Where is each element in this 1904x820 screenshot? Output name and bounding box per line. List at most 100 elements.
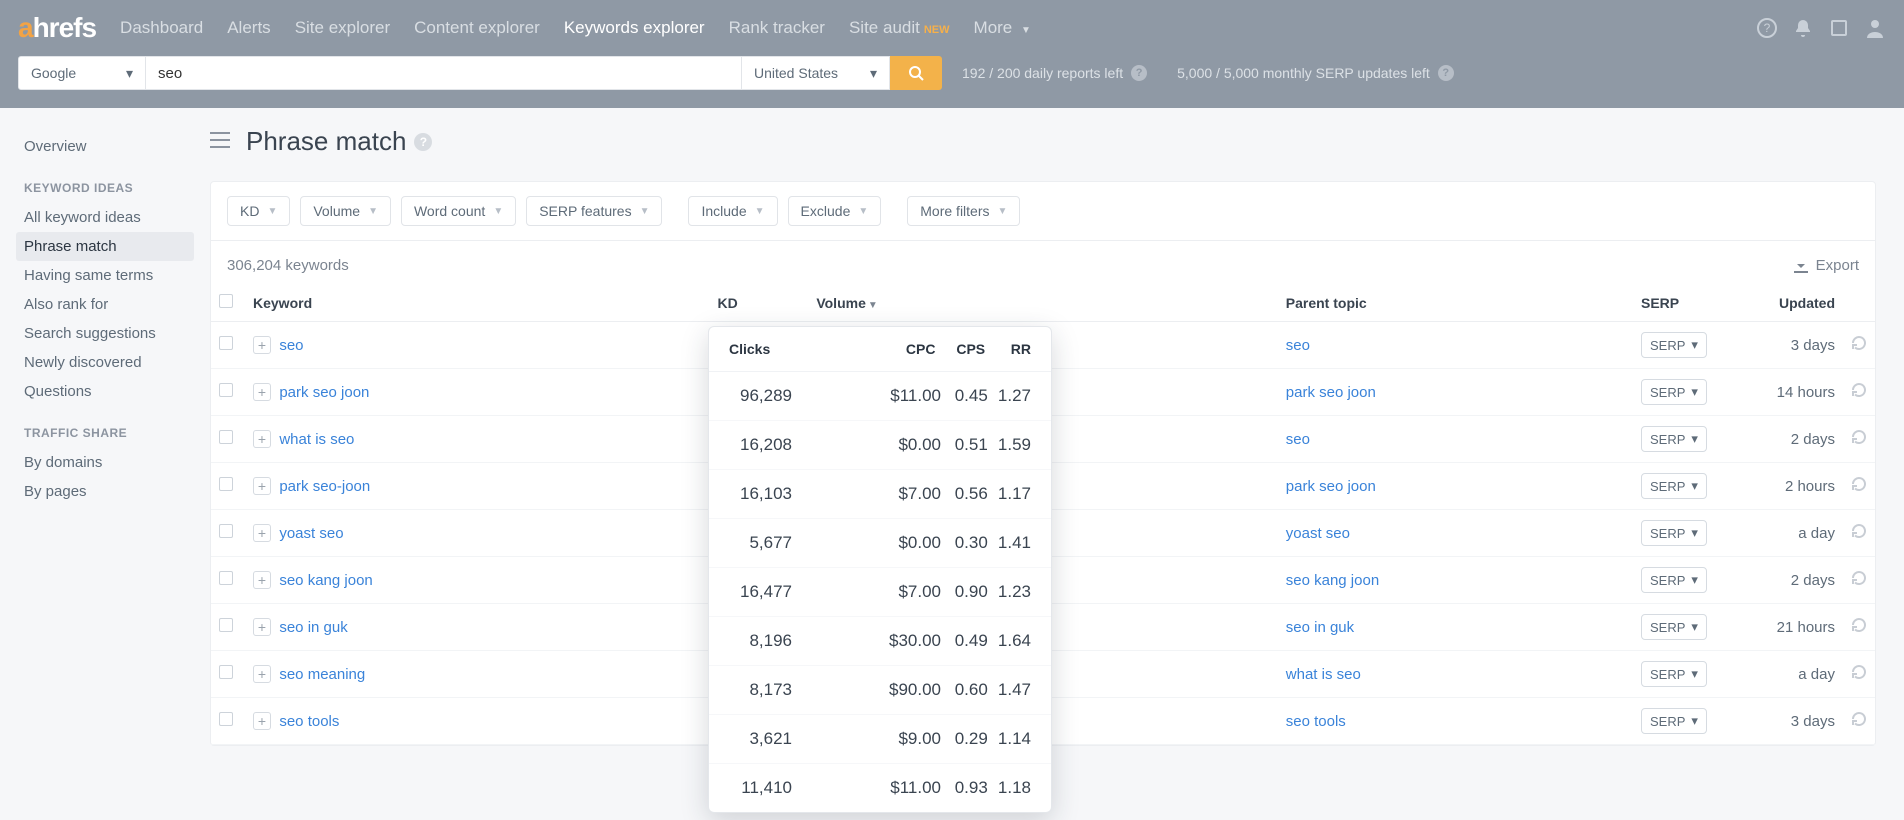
serp-button[interactable]: SERP ▾	[1641, 473, 1707, 499]
parent-topic-link[interactable]: seo kang joon	[1286, 572, 1379, 589]
filter-word-count[interactable]: Word count▼	[401, 196, 516, 226]
parent-topic-link[interactable]: what is seo	[1286, 666, 1361, 683]
sidebar-item-having-same-terms[interactable]: Having same terms	[16, 261, 194, 290]
filter-kd[interactable]: KD▼	[227, 196, 290, 226]
help-icon[interactable]: ?	[1756, 17, 1778, 39]
export-button[interactable]: Export	[1794, 257, 1859, 274]
row-checkbox[interactable]	[219, 477, 233, 491]
parent-topic-link[interactable]: seo	[1286, 431, 1310, 448]
select-all-checkbox[interactable]	[219, 294, 233, 308]
help-icon[interactable]: ?	[1131, 65, 1147, 81]
filter-volume[interactable]: Volume▼	[300, 196, 391, 226]
nav-site-explorer[interactable]: Site explorer	[295, 18, 390, 38]
filter-include[interactable]: Include▼	[688, 196, 777, 226]
keyword-link[interactable]: seo in guk	[279, 619, 347, 636]
serp-button[interactable]: SERP ▾	[1641, 520, 1707, 546]
keyword-link[interactable]: park seo joon	[279, 384, 369, 401]
refresh-icon[interactable]	[1851, 714, 1867, 731]
expand-button[interactable]: +	[253, 665, 271, 683]
expand-button[interactable]: +	[253, 618, 271, 636]
search-button[interactable]	[890, 56, 942, 90]
device-icon[interactable]	[1828, 17, 1850, 39]
col-updated[interactable]: Updated	[1733, 284, 1843, 322]
expand-button[interactable]: +	[253, 712, 271, 730]
keyword-link[interactable]: seo tools	[279, 713, 339, 730]
serp-button[interactable]: SERP ▾	[1641, 426, 1707, 452]
row-checkbox[interactable]	[219, 383, 233, 397]
help-icon[interactable]: ?	[1438, 65, 1454, 81]
expand-button[interactable]: +	[253, 430, 271, 448]
bell-icon[interactable]	[1792, 17, 1814, 39]
parent-topic-link[interactable]: yoast seo	[1286, 525, 1350, 542]
serp-button[interactable]: SERP ▾	[1641, 567, 1707, 593]
refresh-icon[interactable]	[1851, 667, 1867, 684]
col-volume[interactable]: Volume▼	[746, 284, 886, 322]
col-serp[interactable]: SERP	[1633, 284, 1733, 322]
country-select[interactable]: United States ▾	[742, 56, 890, 90]
expand-button[interactable]: +	[253, 571, 271, 589]
user-icon[interactable]	[1864, 17, 1886, 39]
filter-serp-features[interactable]: SERP features▼	[526, 196, 662, 226]
col-keyword[interactable]: Keyword	[245, 284, 686, 322]
refresh-icon[interactable]	[1851, 526, 1867, 543]
row-checkbox[interactable]	[219, 618, 233, 632]
keyword-link[interactable]: yoast seo	[279, 525, 343, 542]
nav-rank-tracker[interactable]: Rank tracker	[729, 18, 825, 38]
row-checkbox[interactable]	[219, 571, 233, 585]
menu-icon[interactable]	[210, 132, 230, 151]
col-kd[interactable]: KD	[686, 284, 746, 322]
keyword-link[interactable]: seo	[279, 337, 303, 354]
refresh-icon[interactable]	[1851, 385, 1867, 402]
parent-topic-link[interactable]: seo in guk	[1286, 619, 1354, 636]
sidebar-item-search-suggestions[interactable]: Search suggestions	[16, 319, 194, 348]
serp-button[interactable]: SERP ▾	[1641, 379, 1707, 405]
keyword-input[interactable]	[146, 56, 742, 90]
filter-exclude[interactable]: Exclude▼	[788, 196, 882, 226]
expand-button[interactable]: +	[253, 336, 271, 354]
nav-dashboard[interactable]: Dashboard	[120, 18, 203, 38]
sidebar-item-questions[interactable]: Questions	[16, 377, 194, 406]
keyword-link[interactable]: park seo-joon	[279, 478, 370, 495]
sidebar-overview[interactable]: Overview	[16, 132, 194, 161]
nav-alerts[interactable]: Alerts	[227, 18, 270, 38]
refresh-icon[interactable]	[1851, 338, 1867, 355]
engine-select[interactable]: Google ▾	[18, 56, 146, 90]
refresh-icon[interactable]	[1851, 620, 1867, 637]
filter-more-filters[interactable]: More filters▼	[907, 196, 1020, 226]
expand-button[interactable]: +	[253, 383, 271, 401]
expand-button[interactable]: +	[253, 477, 271, 495]
parent-topic-link[interactable]: park seo joon	[1286, 478, 1376, 495]
sidebar-item-by-pages[interactable]: By pages	[16, 477, 194, 506]
sidebar-item-all-keyword-ideas[interactable]: All keyword ideas	[16, 203, 194, 232]
logo[interactable]: ahrefs	[18, 12, 96, 44]
sidebar-item-by-domains[interactable]: By domains	[16, 448, 194, 477]
row-checkbox[interactable]	[219, 430, 233, 444]
serp-button[interactable]: SERP ▾	[1641, 614, 1707, 640]
parent-topic-link[interactable]: seo tools	[1286, 713, 1346, 730]
parent-topic-link[interactable]: seo	[1286, 337, 1310, 354]
refresh-icon[interactable]	[1851, 432, 1867, 449]
nav-keywords-explorer[interactable]: Keywords explorer	[564, 18, 705, 38]
expand-button[interactable]: +	[253, 524, 271, 542]
nav-site-audit[interactable]: Site auditNEW	[849, 18, 950, 38]
serp-button[interactable]: SERP ▾	[1641, 661, 1707, 687]
keyword-link[interactable]: seo kang joon	[279, 572, 372, 589]
col-parent[interactable]: Parent topic	[1278, 284, 1633, 322]
sidebar-item-also-rank-for[interactable]: Also rank for	[16, 290, 194, 319]
row-checkbox[interactable]	[219, 712, 233, 726]
nav-more[interactable]: More ▼	[974, 18, 1031, 38]
row-checkbox[interactable]	[219, 336, 233, 350]
sidebar-item-phrase-match[interactable]: Phrase match	[16, 232, 194, 261]
keyword-link[interactable]: seo meaning	[279, 666, 365, 683]
serp-button[interactable]: SERP ▾	[1641, 332, 1707, 358]
serp-button[interactable]: SERP ▾	[1641, 708, 1707, 734]
help-icon[interactable]: ?	[414, 133, 432, 151]
nav-content-explorer[interactable]: Content explorer	[414, 18, 540, 38]
row-checkbox[interactable]	[219, 524, 233, 538]
keyword-link[interactable]: what is seo	[279, 431, 354, 448]
refresh-icon[interactable]	[1851, 479, 1867, 496]
sidebar-item-newly-discovered[interactable]: Newly discovered	[16, 348, 194, 377]
row-checkbox[interactable]	[219, 665, 233, 679]
refresh-icon[interactable]	[1851, 573, 1867, 590]
parent-topic-link[interactable]: park seo joon	[1286, 384, 1376, 401]
